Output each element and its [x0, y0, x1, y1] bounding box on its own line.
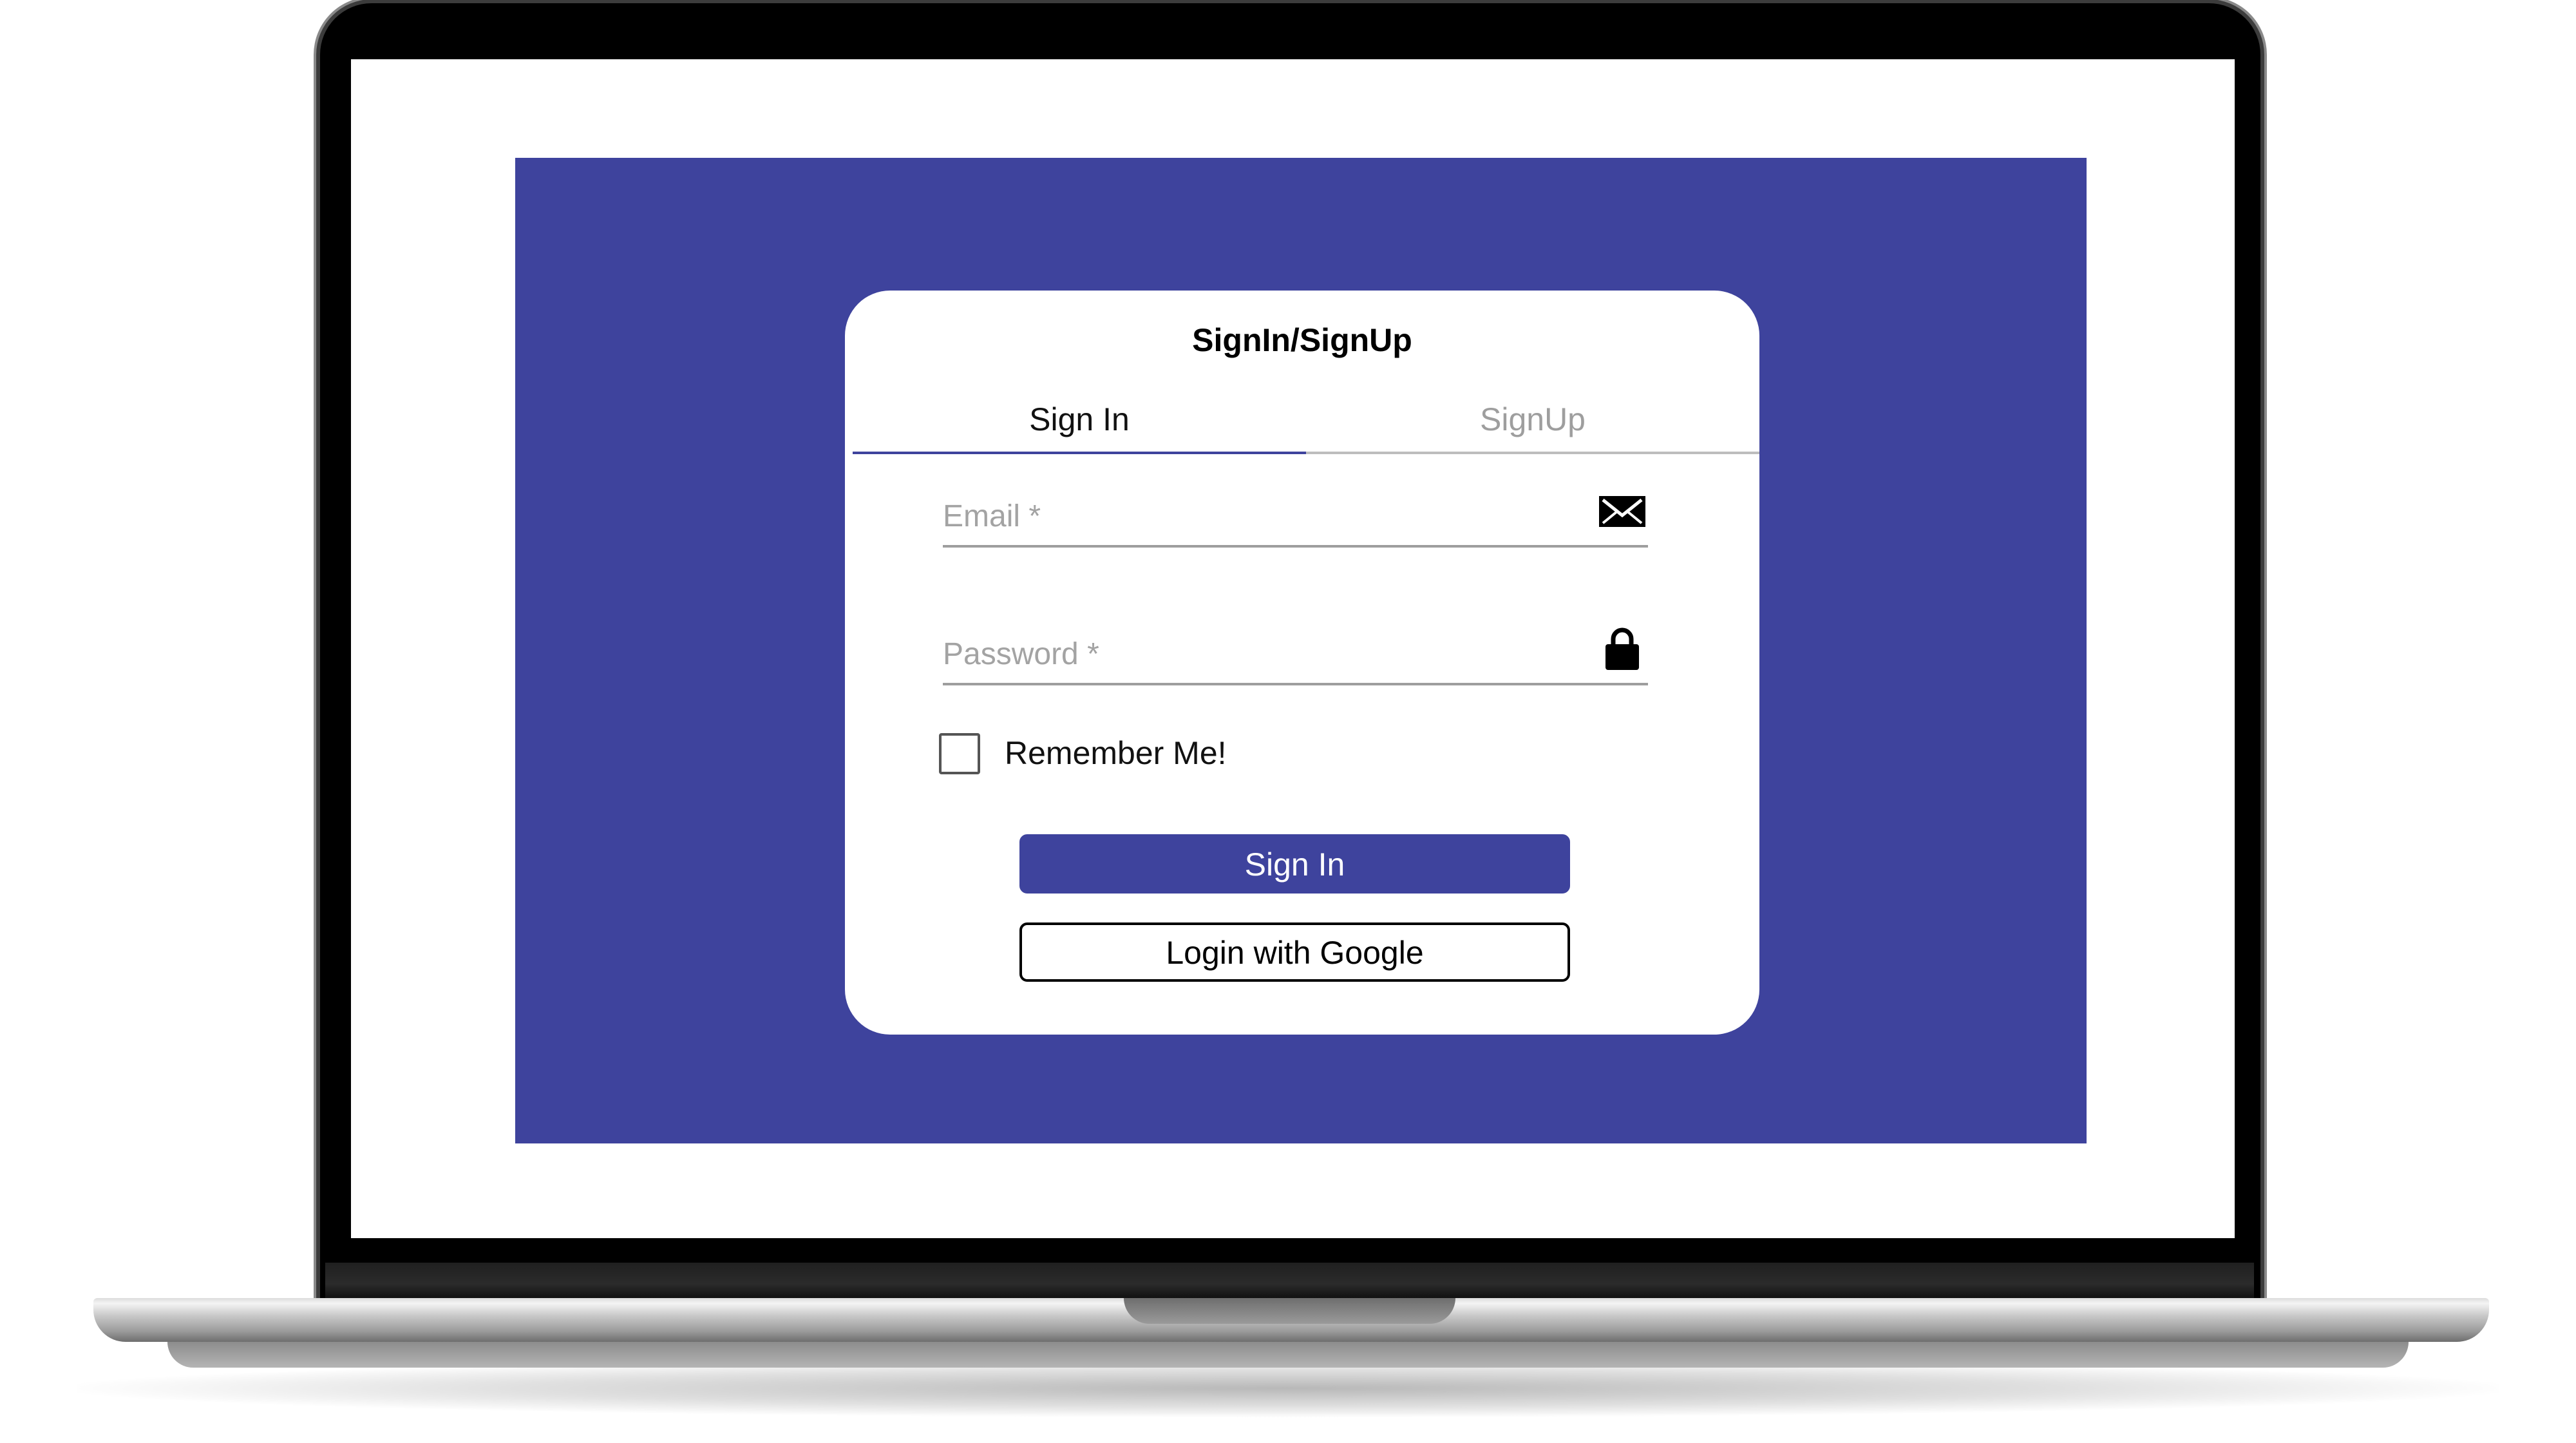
lock-icon [1596, 625, 1648, 670]
tab-sign-up[interactable]: SignUp [1306, 387, 1759, 452]
tab-sign-in[interactable]: Sign In [853, 387, 1306, 452]
laptop-hinge [325, 1263, 2254, 1298]
email-input[interactable] [943, 493, 1574, 539]
envelope-icon [1596, 487, 1648, 532]
sign-in-button[interactable]: Sign In [1019, 834, 1570, 894]
remember-me-checkbox[interactable] [939, 733, 980, 774]
login-with-google-button[interactable]: Login with Google [1019, 922, 1570, 982]
card-title: SignIn/SignUp [1192, 322, 1412, 358]
email-field [943, 487, 1648, 548]
laptop-notch [1124, 1298, 1455, 1324]
laptop-base-foot [167, 1342, 2409, 1368]
remember-me-label: Remember Me! [1005, 735, 1227, 771]
auth-tabs: Sign In SignUp [853, 387, 1759, 454]
active-tab-indicator [853, 452, 1306, 454]
laptop-shadow [77, 1359, 2499, 1417]
device-mockup: SignIn/SignUp Sign In SignUp Email * Rem… [0, 0, 2576, 1443]
password-input[interactable] [943, 631, 1574, 676]
password-field [943, 625, 1648, 685]
